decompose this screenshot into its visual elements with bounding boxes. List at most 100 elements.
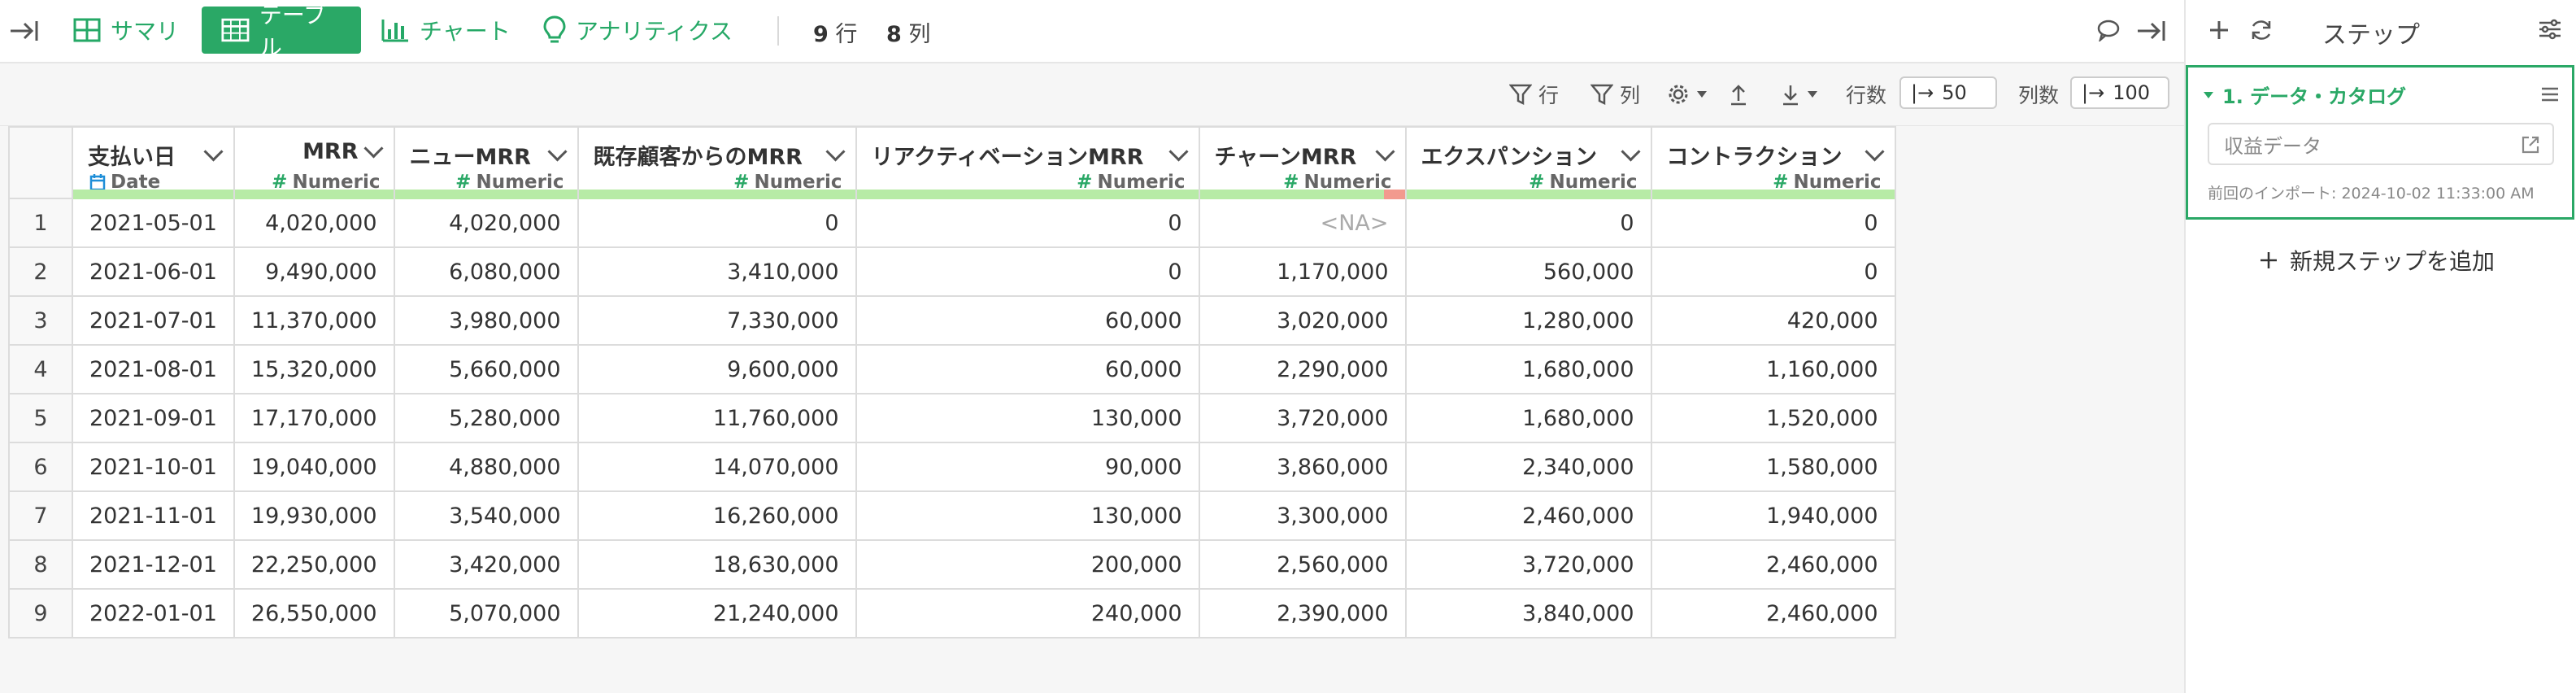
table-cell[interactable]: 2021-09-01 [72, 393, 235, 443]
table-cell[interactable]: 0 [1650, 246, 1896, 297]
column-header[interactable]: 既存顧客からのMRR # Numeric [577, 126, 857, 199]
table-cell[interactable]: 16,260,000 [577, 490, 857, 541]
settings-dropdown[interactable] [1667, 78, 1708, 111]
column-menu-icon[interactable] [203, 142, 224, 162]
cols-limit-input[interactable]: |→ 100 [2070, 76, 2169, 109]
tab-chart[interactable]: チャート [361, 7, 530, 54]
table-cell[interactable]: 1,680,000 [1404, 344, 1652, 394]
table-cell[interactable]: 3,980,000 [393, 295, 579, 346]
table-cell[interactable]: <NA> [1198, 198, 1407, 248]
tab-analytics[interactable]: アナリティクス [524, 7, 752, 54]
column-header[interactable]: 支払い日 Date [72, 126, 235, 199]
table-cell[interactable]: 1,580,000 [1650, 442, 1896, 492]
download-dropdown[interactable] [1781, 78, 1818, 111]
table-cell[interactable]: 9,600,000 [577, 344, 857, 394]
table-cell[interactable]: 2,560,000 [1198, 539, 1407, 590]
table-cell[interactable]: 3,420,000 [393, 539, 579, 590]
hamburger-menu-icon[interactable] [2538, 82, 2562, 107]
table-cell[interactable]: 60,000 [855, 295, 1200, 346]
column-header[interactable]: チャーンMRR # Numeric [1198, 126, 1407, 199]
table-cell[interactable]: 2021-08-01 [72, 344, 235, 394]
step-card[interactable]: 1. データ・カタログ 収益データ 前回のインポート: 2024-10-02 1… [2186, 65, 2574, 220]
column-menu-icon[interactable] [363, 138, 384, 159]
refresh-icon[interactable] [2247, 16, 2275, 44]
sort-asc-button[interactable] [1729, 78, 1748, 111]
table-cell[interactable]: 15,320,000 [233, 344, 395, 394]
table-cell[interactable]: 90,000 [855, 442, 1200, 492]
table-cell[interactable]: 3,410,000 [577, 246, 857, 297]
table-cell[interactable]: 560,000 [1404, 246, 1652, 297]
table-cell[interactable]: 420,000 [1650, 295, 1896, 346]
table-cell[interactable]: 2021-07-01 [72, 295, 235, 346]
column-menu-icon[interactable] [825, 142, 846, 162]
expand-panel-icon[interactable] [7, 15, 42, 47]
table-cell[interactable]: 5,280,000 [393, 393, 579, 443]
table-cell[interactable]: 2021-10-01 [72, 442, 235, 492]
filter-rows-button[interactable]: 行 [1509, 78, 1559, 111]
column-header[interactable]: ニューMRR # Numeric [393, 126, 579, 199]
comment-icon[interactable] [2095, 16, 2122, 44]
table-cell[interactable]: 2021-12-01 [72, 539, 235, 590]
table-cell[interactable]: 2,460,000 [1650, 588, 1896, 639]
table-cell[interactable]: 7,330,000 [577, 295, 857, 346]
filter-columns-button[interactable]: 列 [1590, 78, 1640, 111]
table-cell[interactable]: 19,040,000 [233, 442, 395, 492]
table-cell[interactable]: 26,550,000 [233, 588, 395, 639]
rows-limit-input[interactable]: |→ 50 [1899, 76, 1997, 109]
column-menu-icon[interactable] [546, 142, 568, 162]
table-cell[interactable]: 6,080,000 [393, 246, 579, 297]
table-cell[interactable]: 0 [577, 198, 857, 248]
table-cell[interactable]: 1,170,000 [1198, 246, 1407, 297]
table-cell[interactable]: 14,070,000 [577, 442, 857, 492]
table-cell[interactable]: 18,630,000 [577, 539, 857, 590]
table-cell[interactable]: 200,000 [855, 539, 1200, 590]
table-cell[interactable]: 19,930,000 [233, 490, 395, 541]
table-cell[interactable]: 22,250,000 [233, 539, 395, 590]
data-source-field[interactable]: 収益データ [2208, 123, 2554, 165]
table-cell[interactable]: 1,160,000 [1650, 344, 1896, 394]
table-cell[interactable]: 0 [855, 246, 1200, 297]
collapse-panel-icon[interactable] [2134, 15, 2169, 47]
table-cell[interactable]: 17,170,000 [233, 393, 395, 443]
table-cell[interactable]: 0 [1650, 198, 1896, 248]
table-cell[interactable]: 2,340,000 [1404, 442, 1652, 492]
table-cell[interactable]: 1,280,000 [1404, 295, 1652, 346]
table-cell[interactable]: 2022-01-01 [72, 588, 235, 639]
table-cell[interactable]: 1,680,000 [1404, 393, 1652, 443]
table-cell[interactable]: 3,300,000 [1198, 490, 1407, 541]
table-cell[interactable]: 5,070,000 [393, 588, 579, 639]
column-header[interactable]: MRR # Numeric [233, 126, 395, 199]
table-cell[interactable]: 11,760,000 [577, 393, 857, 443]
tab-summary[interactable]: サマリ [54, 7, 198, 54]
table-cell[interactable]: 130,000 [855, 393, 1200, 443]
table-cell[interactable]: 3,860,000 [1198, 442, 1407, 492]
add-step-button[interactable]: 新規ステップを追加 [2259, 244, 2495, 277]
table-cell[interactable]: 60,000 [855, 344, 1200, 394]
table-cell[interactable]: 4,880,000 [393, 442, 579, 492]
table-cell[interactable]: 2,390,000 [1198, 588, 1407, 639]
column-header[interactable]: コントラクション # Numeric [1650, 126, 1896, 199]
table-cell[interactable]: 2021-11-01 [72, 490, 235, 541]
table-cell[interactable]: 5,660,000 [393, 344, 579, 394]
table-cell[interactable]: 240,000 [855, 588, 1200, 639]
table-cell[interactable]: 2,290,000 [1198, 344, 1407, 394]
tab-table[interactable]: テーブル [202, 2, 361, 61]
table-cell[interactable]: 1,940,000 [1650, 490, 1896, 541]
table-cell[interactable]: 4,020,000 [233, 198, 395, 248]
table-cell[interactable]: 3,540,000 [393, 490, 579, 541]
table-cell[interactable]: 3,720,000 [1198, 393, 1407, 443]
table-cell[interactable]: 2021-05-01 [72, 198, 235, 248]
add-icon[interactable] [2205, 16, 2233, 44]
step-title[interactable]: 1. データ・カタログ [2203, 81, 2406, 109]
column-menu-icon[interactable] [1374, 142, 1395, 162]
table-cell[interactable]: 2021-06-01 [72, 246, 235, 297]
column-header[interactable]: リアクティベーションMRR # Numeric [855, 126, 1200, 199]
table-cell[interactable]: 130,000 [855, 490, 1200, 541]
table-cell[interactable]: 3,720,000 [1404, 539, 1652, 590]
table-cell[interactable]: 2,460,000 [1404, 490, 1652, 541]
table-cell[interactable]: 4,020,000 [393, 198, 579, 248]
table-cell[interactable]: 2,460,000 [1650, 539, 1896, 590]
table-cell[interactable]: 11,370,000 [233, 295, 395, 346]
table-cell[interactable]: 21,240,000 [577, 588, 857, 639]
column-menu-icon[interactable] [1168, 142, 1189, 162]
